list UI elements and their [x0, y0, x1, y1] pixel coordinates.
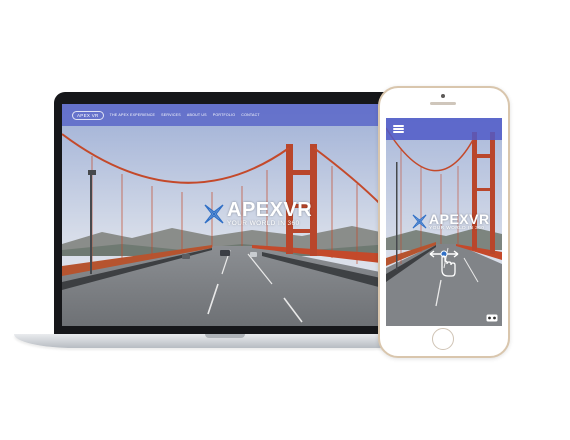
nav-logo[interactable]: APEX VR	[72, 110, 104, 120]
menu-icon[interactable]	[393, 125, 404, 133]
phone-nav-bar	[386, 118, 502, 140]
laptop-screen: APEX VR THE APEX EXPERIENCE SERVICES ABO…	[62, 104, 390, 326]
phone-speaker	[430, 102, 456, 105]
phone-hero-brand: APEXVR YOUR WORLD IN 360	[410, 212, 490, 232]
apex-logo-icon	[412, 214, 427, 229]
phone-screen: APEXVR YOUR WORLD IN 360	[386, 118, 502, 326]
phone-home-button	[432, 328, 454, 350]
nav-item-services[interactable]: SERVICES	[161, 113, 181, 117]
nav-item-contact[interactable]: CONTACT	[241, 113, 260, 117]
vr-headset-icon[interactable]	[486, 314, 498, 322]
phone-camera	[441, 94, 445, 98]
nav-item-portfolio[interactable]: PORTFOLIO	[213, 113, 236, 117]
swipe-gesture-icon	[429, 250, 459, 277]
laptop-nav-bar: APEX VR THE APEX EXPERIENCE SERVICES ABO…	[62, 104, 390, 126]
phone-tagline: YOUR WORLD IN 360	[429, 226, 485, 231]
nav-item-experience[interactable]: THE APEX EXPERIENCE	[110, 113, 156, 117]
phone-brand-name: APEXVR	[429, 211, 490, 227]
nav-item-about[interactable]: ABOUT US	[187, 113, 207, 117]
hero-tagline: YOUR WORLD IN 360	[227, 220, 300, 227]
hero-brand: APEXVR YOUR WORLD IN 360	[201, 200, 312, 228]
apex-logo-icon	[204, 204, 224, 224]
hero-brand-name: APEXVR	[227, 199, 313, 221]
laptop-notch	[205, 334, 245, 338]
